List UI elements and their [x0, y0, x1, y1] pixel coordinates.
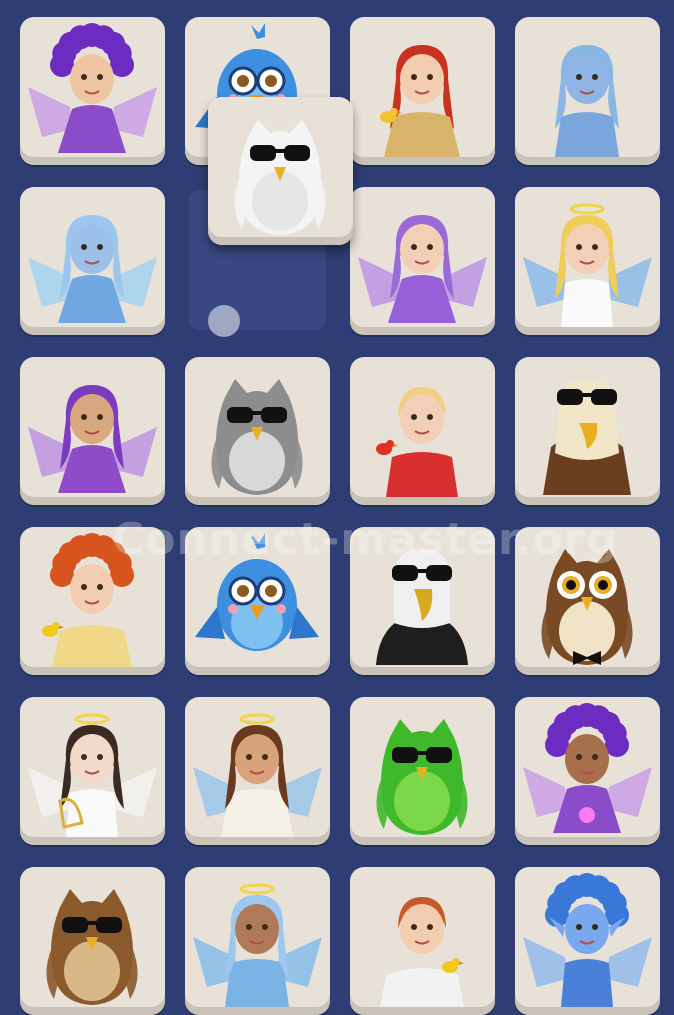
tile-r5c1[interactable] [20, 697, 165, 845]
blue-fairy-icon [28, 215, 157, 323]
blonde-woman-parrot-icon [376, 387, 458, 497]
tile-r3c1[interactable] [20, 357, 165, 505]
tile-r4c4[interactable] [515, 527, 660, 675]
game-board [0, 0, 674, 1015]
tile-r3c3[interactable] [350, 357, 495, 505]
tile-r1c3[interactable] [350, 17, 495, 165]
tile-r4c3[interactable] [350, 527, 495, 675]
tile-r3c4[interactable] [515, 357, 660, 505]
tile-r4c1[interactable] [20, 527, 165, 675]
purple-fairy-orb-icon [523, 703, 652, 833]
blue-elf-fairy-icon [523, 873, 652, 1007]
eagle-sunglasses-icon [543, 379, 631, 495]
purple-fairy-praying-icon [28, 385, 157, 493]
gray-owl-sunglasses-icon [211, 379, 303, 495]
blue-mermaid-icon [555, 45, 619, 157]
tile-r5c4[interactable] [515, 697, 660, 845]
tile-r1c4[interactable] [515, 17, 660, 165]
dragged-tile[interactable] [208, 97, 353, 245]
tile-r3c2[interactable] [185, 357, 330, 505]
green-owl-sunglasses-icon [376, 719, 468, 835]
tile-r1c1[interactable] [20, 17, 165, 165]
blonde-angel-icon [523, 203, 652, 327]
tile-r6c3[interactable] [350, 867, 495, 1015]
purple-fairy-icon [28, 23, 157, 153]
tile-r6c2[interactable] [185, 867, 330, 1015]
brown-owl-bowtie-icon [541, 549, 633, 665]
blue-angel-icon [193, 883, 322, 1007]
tile-r2c1[interactable] [20, 187, 165, 335]
man-bird-icon [380, 897, 464, 1007]
tile-r2c3[interactable] [350, 187, 495, 335]
tile-r5c3[interactable] [350, 697, 495, 845]
angel-woman-icon [193, 713, 322, 837]
red-hair-woman-bird-icon [380, 45, 460, 157]
blue-bird-glasses-icon [195, 533, 319, 651]
tile-r4c2[interactable] [185, 527, 330, 675]
redhead-woman-bird-icon [42, 533, 134, 667]
tile-r6c1[interactable] [20, 867, 165, 1015]
eagle-hoodie-sunglasses-icon [376, 549, 468, 665]
lavender-fairy-icon [358, 215, 487, 323]
tile-r5c2[interactable] [185, 697, 330, 845]
white-owl-sunglasses-icon [234, 119, 326, 235]
white-angel-harp-icon [28, 713, 157, 837]
tile-r6c4[interactable] [515, 867, 660, 1015]
brown-owl-sunglasses-icon [46, 889, 138, 1005]
drop-indicator-dot [208, 305, 240, 337]
tile-r2c4[interactable] [515, 187, 660, 335]
